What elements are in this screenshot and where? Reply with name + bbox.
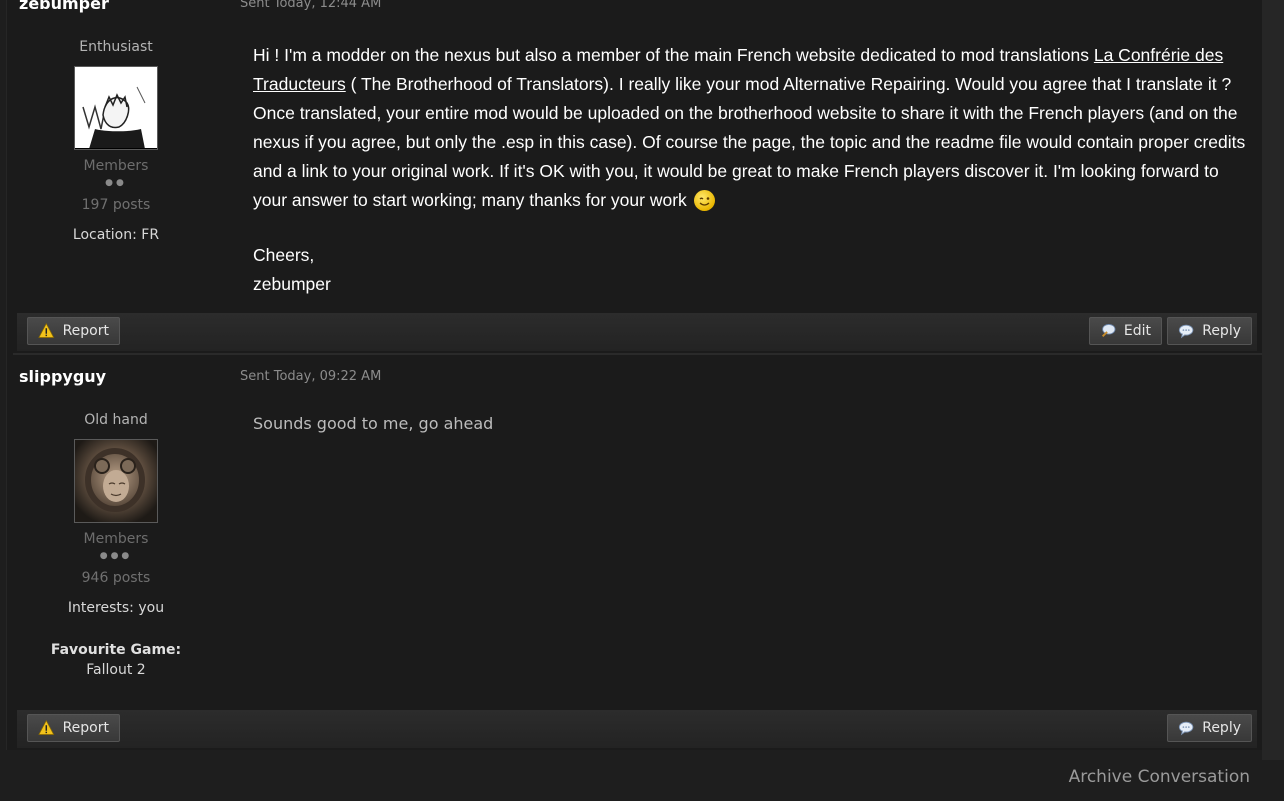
signoff-line: Cheers,: [253, 245, 315, 265]
avatar[interactable]: [74, 439, 158, 523]
member-group: Members: [83, 158, 149, 174]
post-author[interactable]: zebumper: [19, 0, 109, 13]
rank-pips: ●●: [105, 178, 127, 188]
report-button[interactable]: Report: [27, 317, 120, 345]
post-zebumper: zebumper Sent Today, 12:44 AM Enthusiast…: [7, 0, 1263, 353]
field-value: FR: [141, 227, 160, 243]
reply-label: Reply: [1202, 323, 1241, 339]
archive-conversation-link[interactable]: Archive Conversation: [1069, 767, 1250, 787]
message-text: ( The Brotherhood of Translators). I rea…: [253, 74, 1246, 210]
message-body: Sounds good to me, go ahead: [253, 414, 494, 433]
report-label: Report: [62, 720, 109, 736]
author-rank: Old hand: [84, 412, 148, 428]
author-rank: Enthusiast: [79, 39, 153, 55]
author-sidebar: Enthusiast Members ●● 197 posts Location…: [17, 39, 215, 243]
wink-smiley-icon: [693, 190, 715, 211]
conversation-board: zebumper Sent Today, 12:44 AM Enthusiast…: [6, 0, 1264, 750]
post-slippyguy: slippyguy Sent Today, 09:22 AM Old hand: [7, 355, 1263, 750]
field-label: Location:: [72, 227, 137, 243]
author-sidebar: Old hand Members ●●● 946 posts Interests…: [17, 412, 215, 678]
field-label: Interests:: [67, 600, 134, 616]
report-button[interactable]: Report: [27, 714, 120, 742]
edit-label: Edit: [1123, 323, 1151, 339]
warning-icon: [38, 719, 55, 735]
post-actions-bar: Report Edit Reply: [17, 313, 1257, 351]
avatar[interactable]: [74, 66, 158, 150]
message-text: Hi ! I'm a modder on the nexus but also …: [253, 45, 1094, 65]
profile-field-favourite-game: Favourite Game: Fallout 2: [17, 642, 215, 678]
warning-icon: [38, 322, 55, 338]
post-timestamp: Sent Today, 09:22 AM: [240, 369, 382, 384]
post-actions-bar: Report Reply: [17, 710, 1257, 748]
edit-bubble-icon: [1101, 323, 1116, 337]
member-group: Members: [83, 531, 149, 547]
profile-field-location: Location: FR: [17, 227, 215, 243]
page-scrollbar[interactable]: [1262, 0, 1284, 760]
field-value: Fallout 2: [86, 662, 146, 678]
post-timestamp: Sent Today, 12:44 AM: [240, 0, 382, 11]
field-label: Favourite Game:: [50, 642, 182, 658]
reply-button[interactable]: Reply: [1167, 714, 1252, 742]
reply-label: Reply: [1202, 720, 1241, 736]
post-count: 946 posts: [81, 570, 151, 586]
post-author[interactable]: slippyguy: [19, 367, 106, 386]
post-count: 197 posts: [81, 197, 151, 213]
profile-field-interests: Interests: you: [17, 600, 215, 616]
reply-bubble-icon: [1178, 721, 1194, 736]
message-body: Hi ! I'm a modder on the nexus but also …: [253, 41, 1253, 299]
reply-bubble-icon: [1178, 324, 1194, 339]
field-value: you: [138, 600, 165, 616]
report-label: Report: [62, 323, 109, 339]
reply-button[interactable]: Reply: [1167, 317, 1252, 345]
rank-pips: ●●●: [99, 551, 133, 561]
signoff-name: zebumper: [253, 274, 331, 294]
edit-button[interactable]: Edit: [1089, 317, 1162, 345]
